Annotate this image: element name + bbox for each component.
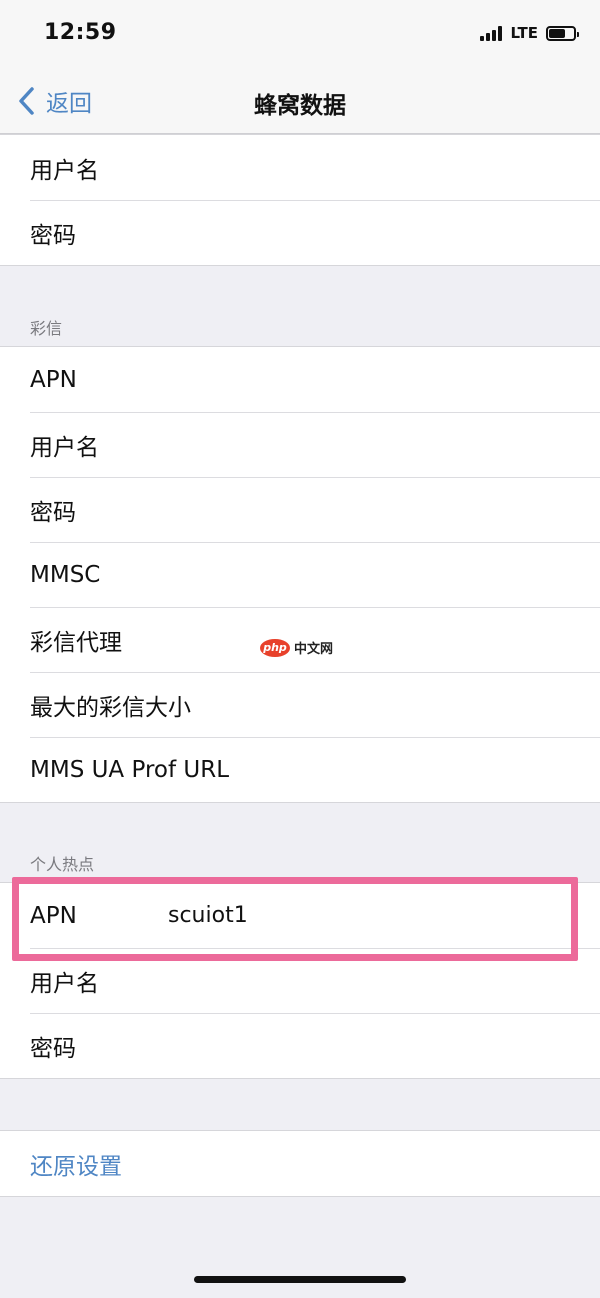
row-label: 最大的彩信大小 (30, 694, 191, 721)
row-label: MMS UA Prof URL (30, 756, 230, 783)
back-label: 返回 (46, 91, 92, 117)
mms-ua-prof-url-row[interactable]: MMS UA Prof URL (0, 737, 600, 802)
section-header-mms: 彩信 (30, 319, 63, 338)
watermark: php 中文网 (260, 638, 333, 657)
section-header-hotspot: 个人热点 (30, 855, 95, 874)
mms-apn-row[interactable]: APN (0, 347, 600, 412)
row-label: 用户名 (30, 157, 99, 184)
reset-group: 还原设置 (0, 1130, 600, 1197)
row-label: 用户名 (30, 970, 99, 997)
row-label: 彩信代理 (30, 629, 122, 656)
row-label: 密码 (30, 222, 76, 249)
screen: 12:59 LTE 返回 蜂窝数据 用户名 密码 彩信 APN 用户名 密码 M… (0, 0, 600, 1298)
cellular-data-group: 用户名 密码 (0, 134, 600, 266)
row-label: 密码 (30, 499, 76, 526)
row-label: MMSC (30, 561, 101, 588)
reset-settings-button[interactable]: 还原设置 (0, 1131, 600, 1196)
row-label: 密码 (30, 1035, 76, 1062)
back-button[interactable]: 返回 (16, 84, 92, 118)
navigation-bar: 返回 蜂窝数据 (0, 64, 600, 134)
battery-icon (546, 25, 579, 41)
status-indicators: LTE (480, 24, 579, 42)
mms-password-row[interactable]: 密码 (0, 477, 600, 542)
mmsc-row[interactable]: MMSC (0, 542, 600, 607)
status-bar: 12:59 LTE (0, 0, 600, 64)
status-time: 12:59 (44, 20, 117, 45)
row-label: 用户名 (30, 434, 99, 461)
username-row[interactable]: 用户名 (0, 135, 600, 200)
mms-group: APN 用户名 密码 MMSC 彩信代理 最大的彩信大小 MMS UA Prof… (0, 346, 600, 803)
password-row[interactable]: 密码 (0, 200, 600, 265)
cellular-signal-icon (480, 25, 503, 41)
php-logo-icon: php (260, 638, 290, 657)
home-indicator[interactable] (194, 1276, 406, 1283)
chevron-left-icon (19, 87, 34, 115)
watermark-text: 中文网 (294, 642, 334, 657)
reset-settings-label: 还原设置 (30, 1153, 122, 1180)
mms-username-row[interactable]: 用户名 (0, 412, 600, 477)
row-label: APN (30, 366, 77, 393)
highlight-annotation (12, 877, 578, 961)
mms-max-size-row[interactable]: 最大的彩信大小 (0, 672, 600, 737)
hotspot-password-row[interactable]: 密码 (0, 1013, 600, 1078)
network-type: LTE (510, 24, 538, 42)
